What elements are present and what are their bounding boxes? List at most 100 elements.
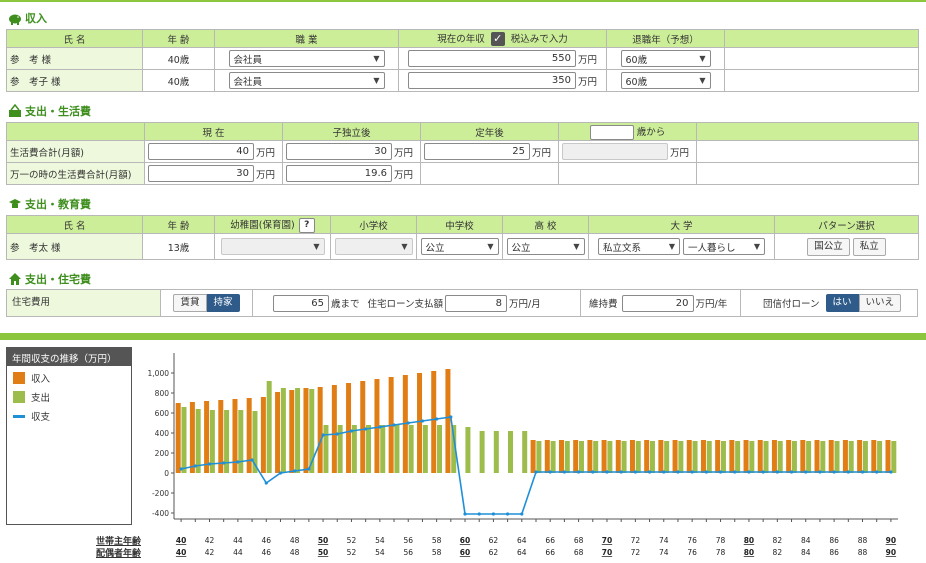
income-table: 氏 名 年 齢 職 業 現在の年収 ✓ 税込みで入力 退職年（予想） 参 考 様 4… xyxy=(6,29,919,92)
loan-cell: 65 歳まで 住宅ローン支払額 8 万円/月 xyxy=(253,290,581,316)
pattern-private-button[interactable]: 私立 xyxy=(852,237,886,256)
owner-age-tick: 84 xyxy=(801,536,811,545)
kindergarten-select[interactable]: ▼ xyxy=(220,238,325,255)
emergency-independent-input[interactable]: 19.6 xyxy=(286,165,392,182)
expense-bar xyxy=(578,441,584,473)
expense-bar xyxy=(323,425,329,473)
spouse-age-tick: 60 xyxy=(460,548,470,557)
income-bar xyxy=(700,440,706,473)
balance-point xyxy=(420,419,425,423)
expense-bar xyxy=(763,441,769,473)
living-from-age-input[interactable] xyxy=(562,143,668,160)
emergency-now-input[interactable]: 30 xyxy=(148,165,254,182)
expense-bar xyxy=(295,388,301,473)
maintenance-cell: 維持費 20 万円/年 xyxy=(581,290,741,316)
expense-bar xyxy=(522,431,528,473)
owner-age-tick: 42 xyxy=(205,536,215,545)
living-independent-input[interactable]: 30 xyxy=(286,143,392,160)
col-pattern: パターン選択 xyxy=(774,215,919,234)
col-university: 大 学 xyxy=(588,215,775,234)
expense-bar xyxy=(536,441,542,473)
job-select[interactable]: 会社員 ▼ xyxy=(228,50,385,67)
housing-row: 住宅費用 賃貸 持家 65 歳まで 住宅ローン支払額 8 万円/月 維持費 20 … xyxy=(6,289,918,317)
balance-point xyxy=(562,470,566,474)
tax-included-checkbox[interactable]: ✓ xyxy=(490,32,505,47)
expense-bar xyxy=(351,425,357,473)
spouse-age-tick: 52 xyxy=(347,548,357,557)
balance-point xyxy=(392,423,396,427)
university-living-select[interactable]: 一人暮らし ▼ xyxy=(683,238,766,255)
expense-bar xyxy=(550,441,556,473)
help-button[interactable]: ? xyxy=(298,217,315,233)
group-credit-no[interactable]: いいえ xyxy=(858,294,902,312)
col-age: 年 齢 xyxy=(142,215,215,234)
living-retired-input[interactable]: 25 xyxy=(424,143,530,160)
balance-point xyxy=(207,462,212,466)
expense-bar xyxy=(720,441,726,473)
from-age-input[interactable] xyxy=(589,124,634,140)
balance-point xyxy=(548,470,552,474)
col-junior: 中学校 xyxy=(416,215,503,234)
income-bar xyxy=(289,390,295,473)
rent-tab[interactable]: 賃貸 xyxy=(173,294,207,312)
balance-point xyxy=(463,512,467,516)
income-input[interactable]: 350 xyxy=(407,72,576,89)
spouse-age-tick: 90 xyxy=(886,548,896,557)
income-bar xyxy=(530,440,536,473)
income-bar xyxy=(686,440,692,473)
income-input[interactable]: 550 xyxy=(407,50,576,67)
expense-bar xyxy=(777,441,783,473)
spouse-age-tick: 86 xyxy=(829,548,839,557)
group-credit-yes[interactable]: はい xyxy=(825,294,859,312)
spouse-age-tick: 48 xyxy=(290,548,300,557)
group-credit-cell: 団信付ローン はい いいえ xyxy=(741,290,917,316)
income-bar xyxy=(246,398,252,473)
maintenance-input[interactable]: 20 xyxy=(621,294,694,312)
living-now-input[interactable]: 40 xyxy=(148,143,254,160)
expense-bar xyxy=(394,425,400,473)
col-now: 現 在 xyxy=(144,122,283,141)
col-retire: 退職年（予想） xyxy=(606,29,725,48)
child-name: 参 考太 様 xyxy=(6,233,143,260)
balance-point xyxy=(179,467,183,471)
expense-bar xyxy=(806,441,812,473)
income-row: 参 考 様 40歳 会社員 ▼ 550 万円 60歳 ▼ xyxy=(6,47,919,70)
income-bar xyxy=(317,387,323,473)
university-select[interactable]: 私立文系 ▼ xyxy=(597,238,680,255)
income-bar xyxy=(629,440,635,473)
pattern-public-button[interactable]: 国公立 xyxy=(807,237,850,256)
balance-point xyxy=(264,481,268,485)
junior-select[interactable]: 公立 ▼ xyxy=(420,238,499,255)
balance-point xyxy=(875,470,879,474)
retire-select[interactable]: 60歳 ▼ xyxy=(620,72,711,89)
maintenance-label: 維持費 xyxy=(589,299,618,310)
balance-point xyxy=(789,470,794,474)
housing-section-title: 支出・住宅費 xyxy=(8,271,91,287)
person-name: 参 考 様 xyxy=(6,47,143,70)
maintenance-unit: 万円/年 xyxy=(695,299,728,310)
high-select[interactable]: 公立 ▼ xyxy=(506,238,585,255)
spouse-age-tick: 46 xyxy=(262,548,272,557)
y-tick-label: 200 xyxy=(155,449,170,458)
owner-age-tick: 70 xyxy=(602,536,612,545)
balance-point xyxy=(605,470,609,474)
expense-bar xyxy=(735,441,741,473)
owner-age-tick: 68 xyxy=(574,536,584,545)
spouse-age-tick: 82 xyxy=(773,548,783,557)
own-tab[interactable]: 持家 xyxy=(206,294,240,312)
y-tick-label: 0 xyxy=(164,469,169,478)
col-after-independence: 子独立後 xyxy=(282,122,421,141)
owner-age-tick: 58 xyxy=(432,536,442,545)
spouse-age-tick: 62 xyxy=(489,548,499,557)
retire-select[interactable]: 60歳 ▼ xyxy=(620,50,711,67)
income-bar xyxy=(260,397,266,473)
income-bar xyxy=(601,440,607,473)
loan-until-age-input[interactable]: 65 xyxy=(273,294,329,312)
income-bar xyxy=(573,440,579,473)
job-select[interactable]: 会社員 ▼ xyxy=(228,72,385,89)
y-tick-label: 1,000 xyxy=(148,369,170,378)
loan-payment-input[interactable]: 8 xyxy=(445,294,508,312)
education-section-title: 支出・教育費 xyxy=(8,196,91,212)
expense-bar xyxy=(366,425,372,473)
elementary-select[interactable]: ▼ xyxy=(334,238,413,255)
